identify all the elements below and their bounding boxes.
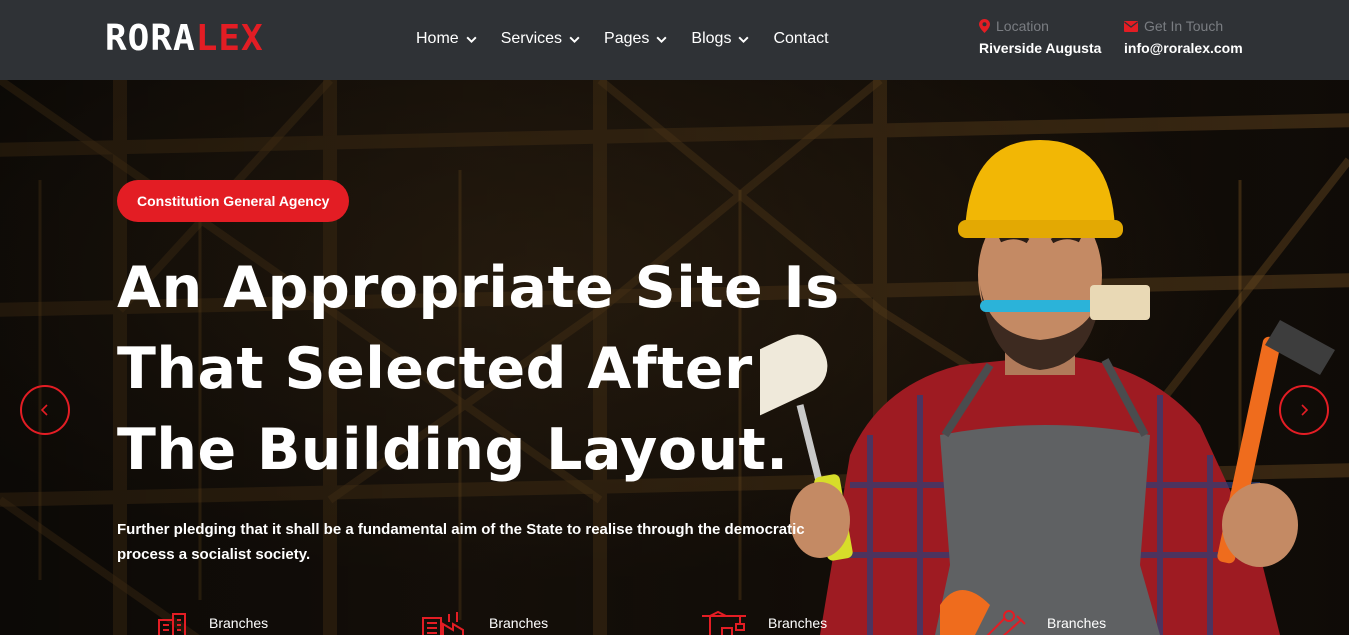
nav-item-label: Services <box>500 30 563 47</box>
location-value: Riverside Augusta <box>979 40 1102 56</box>
nav-item-blogs[interactable]: Blogs <box>691 28 750 50</box>
branch-label: Branches <box>1047 615 1107 631</box>
branch-label: Branches <box>209 615 269 631</box>
chevron-left-icon <box>40 404 48 416</box>
location-info: Location Riverside Augusta <box>979 17 1101 56</box>
chevron-down-icon <box>656 36 667 43</box>
brand-logo[interactable]: RORA LEX <box>105 20 264 58</box>
nav-item-label: Contact <box>773 30 829 47</box>
branch-label: Branches <box>489 615 549 631</box>
slider-next-button[interactable] <box>1279 385 1329 435</box>
hero-subtext: Further pledging that it shall be a fund… <box>117 517 847 567</box>
branches-row: Branches Branches Branches Branches <box>155 610 1255 635</box>
nav-item-label: Pages <box>604 30 650 47</box>
email-value[interactable]: info@roralex.com <box>1124 40 1243 56</box>
chevron-right-icon <box>1301 404 1309 416</box>
branch-item[interactable]: Branches <box>421 610 548 635</box>
building-icon <box>158 613 186 635</box>
nav-item-pages[interactable]: Pages <box>604 28 668 50</box>
chevron-down-icon <box>738 36 749 43</box>
branch-item[interactable]: Branches <box>979 610 1106 635</box>
chevron-down-icon <box>466 36 477 43</box>
email-info: Get In Touch info@roralex.com <box>1124 17 1243 56</box>
location-label-row: Location <box>979 17 1101 35</box>
email-label: Get In Touch <box>1144 18 1224 34</box>
slider-prev-button[interactable] <box>20 385 70 435</box>
email-label-row: Get In Touch <box>1124 17 1243 35</box>
location-label: Location <box>996 18 1049 34</box>
envelope-icon <box>1124 20 1138 32</box>
headline-line-3: The Building Layout. <box>117 417 789 483</box>
branch-item[interactable]: Branches <box>700 610 827 635</box>
main-nav: Home Services Pages Blogs Contact <box>416 28 852 50</box>
site-header: RORA LEX Home Services Pages Blogs Contac… <box>0 0 1349 80</box>
crane-icon <box>702 610 746 635</box>
tools-icon <box>986 610 1026 635</box>
nav-item-home[interactable]: Home <box>416 28 478 50</box>
hero-tag-badge[interactable]: Constitution General Agency <box>117 180 350 222</box>
factory-icon <box>422 612 464 635</box>
hero-slider: Constitution General Agency An Appropria… <box>0 80 1349 635</box>
headline-line-1: An Appropriate Site Is <box>117 255 840 321</box>
branch-item[interactable]: Branches <box>155 610 268 635</box>
chevron-down-icon <box>569 36 580 43</box>
logo-text-accent: LEX <box>195 18 264 59</box>
subtext-line-1: Further pledging that it shall be a fund… <box>117 521 805 538</box>
headline-line-2: That Selected After <box>117 336 753 402</box>
subtext-line-2: process a socialist society. <box>117 546 311 563</box>
map-pin-icon <box>979 19 990 33</box>
logo-text-primary: RORA <box>105 18 196 59</box>
nav-item-label: Blogs <box>691 30 732 47</box>
nav-item-label: Home <box>416 30 459 47</box>
nav-item-contact[interactable]: Contact <box>773 28 828 50</box>
nav-item-services[interactable]: Services <box>501 28 581 50</box>
hero-headline: An Appropriate Site Is That Selected Aft… <box>117 248 877 491</box>
branch-label: Branches <box>768 615 828 631</box>
